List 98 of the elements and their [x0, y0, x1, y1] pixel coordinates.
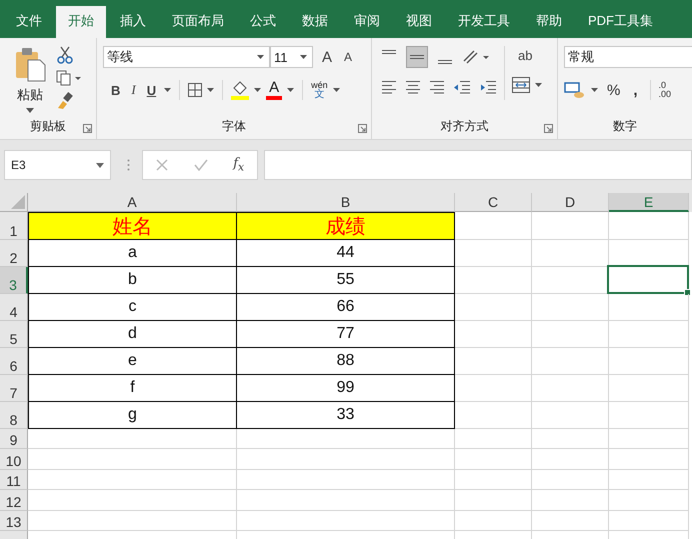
- font-size-field[interactable]: 11: [270, 46, 313, 68]
- increase-decimal-button[interactable]: .0 .00: [658, 81, 672, 99]
- table-cell: c: [28, 294, 237, 321]
- row-header[interactable]: 3: [0, 267, 28, 294]
- insert-function-button[interactable]: f$_{x}$: [233, 156, 244, 174]
- row-header[interactable]: 6: [0, 348, 28, 375]
- font-color-button[interactable]: A: [266, 80, 282, 100]
- caret-icon[interactable]: [287, 88, 294, 92]
- ribbon-tab[interactable]: 开发工具: [446, 6, 522, 38]
- header-cell: 姓名: [28, 212, 237, 240]
- table-cell: 99: [237, 375, 455, 402]
- row-header[interactable]: 12: [0, 490, 28, 511]
- clipboard-icon: [14, 46, 46, 82]
- header-cell: 成绩: [237, 212, 455, 240]
- table-cell: 33: [237, 402, 455, 429]
- copy-icon[interactable]: [56, 70, 82, 86]
- table-cell: e: [28, 348, 237, 375]
- table-cell: f: [28, 375, 237, 402]
- ribbon-tab[interactable]: 文件: [4, 6, 54, 38]
- caret-icon[interactable]: [591, 88, 598, 92]
- text-orientation-icon[interactable]: [462, 49, 490, 65]
- caret-icon[interactable]: [254, 88, 262, 92]
- align-icon[interactable]: [405, 80, 421, 94]
- ribbon-tab[interactable]: 公式: [238, 6, 288, 38]
- ribbon-tab[interactable]: 审阅: [342, 6, 392, 38]
- formula-input[interactable]: [264, 150, 692, 180]
- table-cell: 66: [237, 294, 455, 321]
- table-cell: 55: [237, 267, 455, 294]
- fill-color-icon[interactable]: [231, 80, 250, 100]
- align-icon: [381, 50, 397, 54]
- column-header[interactable]: C: [455, 193, 532, 212]
- table-cell: 44: [237, 240, 455, 267]
- dialog-launcher-icon[interactable]: [83, 124, 92, 133]
- check-icon[interactable]: [194, 159, 208, 171]
- paste-button[interactable]: 粘贴: [14, 46, 46, 113]
- vertical-align-button[interactable]: [406, 46, 428, 68]
- decrease-indent-icon[interactable]: [453, 80, 471, 94]
- row-header[interactable]: 1: [0, 212, 28, 240]
- dialog-launcher-icon[interactable]: [358, 124, 367, 133]
- caret-icon[interactable]: [26, 108, 34, 113]
- shrink-font-button[interactable]: A: [341, 50, 356, 64]
- phonetic-button[interactable]: wén 文: [311, 80, 328, 100]
- ribbon-tab[interactable]: 视图: [394, 6, 444, 38]
- caret-icon[interactable]: [207, 88, 214, 92]
- group-label: 剪贴板: [30, 119, 66, 133]
- row-header[interactable]: 7: [0, 375, 28, 402]
- row-header[interactable]: 5: [0, 321, 28, 348]
- group-label: 对齐方式: [440, 119, 488, 133]
- caret-icon[interactable]: [164, 88, 172, 92]
- name-box[interactable]: E3: [4, 150, 111, 180]
- ribbon-tab[interactable]: 开始: [56, 6, 106, 38]
- caret-icon[interactable]: [96, 162, 104, 168]
- caret-icon[interactable]: [257, 55, 264, 59]
- dialog-launcher-icon[interactable]: [544, 124, 553, 133]
- italic-button[interactable]: I: [128, 82, 139, 98]
- group-label: 数字: [613, 119, 637, 133]
- bold-button[interactable]: B: [103, 82, 124, 98]
- table-cell: d: [28, 321, 237, 348]
- group-label: 字体: [222, 119, 246, 133]
- row-header[interactable]: 10: [0, 449, 28, 470]
- caret-icon[interactable]: [300, 55, 307, 59]
- align-icon: [409, 55, 425, 59]
- underline-button[interactable]: U: [144, 82, 160, 98]
- ribbon-tab[interactable]: PDF工具集: [576, 6, 665, 38]
- comma-button[interactable]: ,: [629, 82, 642, 98]
- drag-handle-icon[interactable]: [127, 159, 130, 171]
- row-header[interactable]: 2: [0, 240, 28, 267]
- grow-font-button[interactable]: A: [319, 48, 336, 66]
- merge-cells-icon[interactable]: [512, 77, 530, 93]
- align-icon[interactable]: [381, 80, 397, 94]
- table-cell: g: [28, 402, 237, 429]
- ribbon-tab[interactable]: 帮助: [524, 6, 574, 38]
- align-icon[interactable]: [429, 80, 445, 94]
- ribbon-tab[interactable]: 数据: [290, 6, 340, 38]
- currency-icon[interactable]: [564, 81, 586, 99]
- caret-icon[interactable]: [332, 88, 340, 92]
- scissors-icon[interactable]: [56, 46, 74, 64]
- table-cell: 77: [237, 321, 455, 348]
- font-name-field[interactable]: 等线: [103, 46, 270, 68]
- row-header[interactable]: 4: [0, 294, 28, 321]
- format-painter-icon[interactable]: [56, 92, 74, 110]
- ribbon-tab[interactable]: 页面布局: [160, 6, 236, 38]
- caret-icon[interactable]: [535, 83, 542, 87]
- borders-icon[interactable]: [188, 83, 202, 97]
- percent-button[interactable]: %: [603, 82, 624, 98]
- align-icon: [437, 60, 453, 64]
- row-header[interactable]: 11: [0, 470, 28, 490]
- row-header[interactable]: 8: [0, 402, 28, 429]
- wrap-text-button[interactable]: ab: [512, 46, 538, 65]
- table-cell: b: [28, 267, 237, 294]
- row-header[interactable]: 9: [0, 429, 28, 450]
- increase-indent-icon[interactable]: [479, 80, 497, 94]
- column-header[interactable]: E: [609, 193, 689, 212]
- table-cell: a: [28, 240, 237, 267]
- number-format-field[interactable]: 常规: [564, 46, 692, 68]
- table-cell: 88: [237, 348, 455, 375]
- ribbon-tab[interactable]: 插入: [108, 6, 158, 38]
- row-header[interactable]: 13: [0, 510, 28, 531]
